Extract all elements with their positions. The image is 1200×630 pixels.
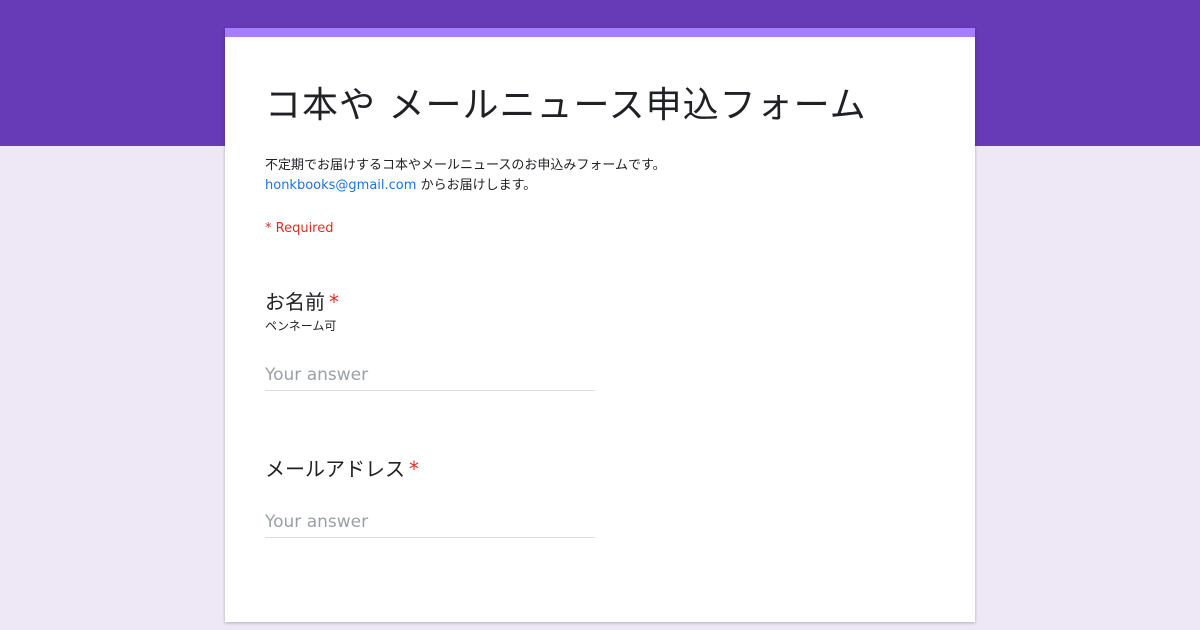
question-email: メールアドレス * — [265, 453, 419, 482]
question-name-title: お名前 * — [265, 286, 339, 315]
question-email-label: メールアドレス — [265, 457, 405, 481]
question-email-title: メールアドレス * — [265, 453, 419, 482]
sender-email-link[interactable]: honkbooks@gmail.com — [265, 178, 416, 193]
description-line-2-suffix: からお届けします。 — [416, 178, 537, 193]
question-name-label: お名前 — [265, 290, 325, 314]
name-answer-input[interactable] — [265, 360, 595, 391]
form-card: コ本や メールニュース申込フォーム 不定期でお届けするコ本やメールニュースのお申… — [225, 28, 975, 622]
required-star: * — [409, 457, 419, 481]
question-name: お名前 * ペンネーム可 — [265, 286, 339, 334]
email-answer-input[interactable] — [265, 507, 595, 538]
description-line-1: 不定期でお届けするコ本やメールニュースのお申込みフォームです。 — [265, 158, 666, 173]
description-line-2: honkbooks@gmail.com からお届けします。 — [265, 176, 666, 196]
card-accent-bar — [225, 28, 975, 37]
form-title: コ本や メールニュース申込フォーム — [265, 85, 867, 126]
form-description: 不定期でお届けするコ本やメールニュースのお申込みフォームです。 honkbook… — [265, 156, 666, 196]
required-note: * Required — [265, 221, 334, 236]
question-name-help: ペンネーム可 — [265, 319, 337, 333]
required-star: * — [329, 290, 339, 314]
